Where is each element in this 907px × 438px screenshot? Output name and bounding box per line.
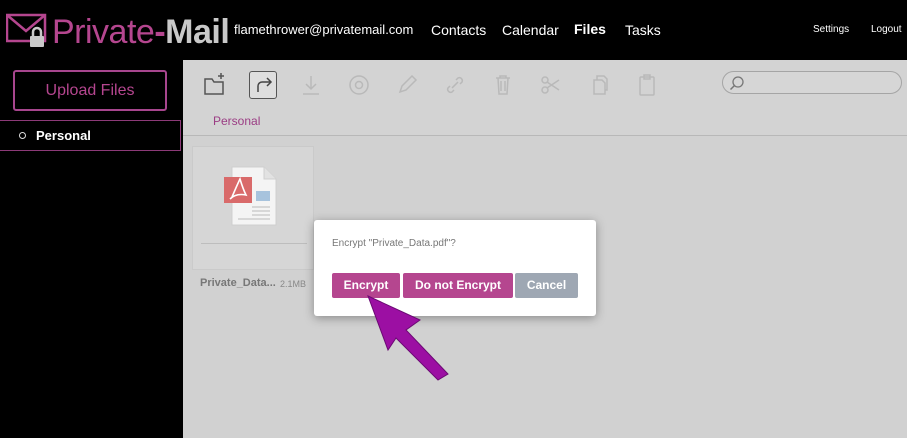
link-icon[interactable]: [441, 71, 469, 99]
nav-settings[interactable]: Settings: [813, 24, 849, 35]
encrypt-dialog: Encrypt "Private_Data.pdf"? Encrypt Do n…: [314, 220, 596, 316]
sidebar-item-personal[interactable]: Personal: [0, 120, 181, 151]
copy-icon[interactable]: [585, 71, 613, 99]
search-icon: [729, 76, 744, 91]
envelope-lock-icon: [6, 13, 47, 47]
breadcrumb[interactable]: Personal: [213, 114, 260, 128]
new-folder-icon[interactable]: [201, 71, 229, 99]
sidebar: Upload Files Personal: [0, 60, 183, 438]
nav-calendar[interactable]: Calendar: [502, 22, 559, 38]
cut-icon[interactable]: [537, 71, 565, 99]
card-divider: [201, 243, 307, 244]
email-icon[interactable]: [345, 71, 373, 99]
account-email[interactable]: flamethrower@privatemail.com: [234, 22, 413, 37]
cancel-button[interactable]: Cancel: [515, 273, 578, 298]
file-card[interactable]: [192, 146, 314, 270]
file-size: 2.1MB: [280, 279, 307, 289]
pdf-file-icon: [224, 166, 277, 226]
file-name[interactable]: Private_Data...: [200, 277, 276, 289]
paste-icon[interactable]: [633, 71, 661, 99]
upload-files-button[interactable]: Upload Files: [13, 70, 167, 111]
toolbar: Personal: [183, 60, 907, 136]
nav-tasks[interactable]: Tasks: [625, 22, 661, 38]
top-bar: Private-Mail flamethrower@privatemail.co…: [0, 0, 907, 60]
download-icon[interactable]: [297, 71, 325, 99]
search-input[interactable]: [722, 71, 902, 94]
nav-files[interactable]: Files: [574, 21, 606, 37]
share-icon[interactable]: [249, 71, 277, 99]
pointer-arrow-icon: [367, 295, 449, 381]
logo-text: Private-Mail: [52, 13, 230, 51]
delete-icon[interactable]: [489, 71, 517, 99]
sidebar-item-label: Personal: [36, 128, 91, 143]
nav-contacts[interactable]: Contacts: [431, 22, 486, 38]
dialog-message: Encrypt "Private_Data.pdf"?: [332, 238, 456, 249]
rename-icon[interactable]: [393, 71, 421, 99]
folder-bullet-icon: [19, 132, 26, 139]
nav-logout[interactable]: Logout: [871, 24, 902, 35]
